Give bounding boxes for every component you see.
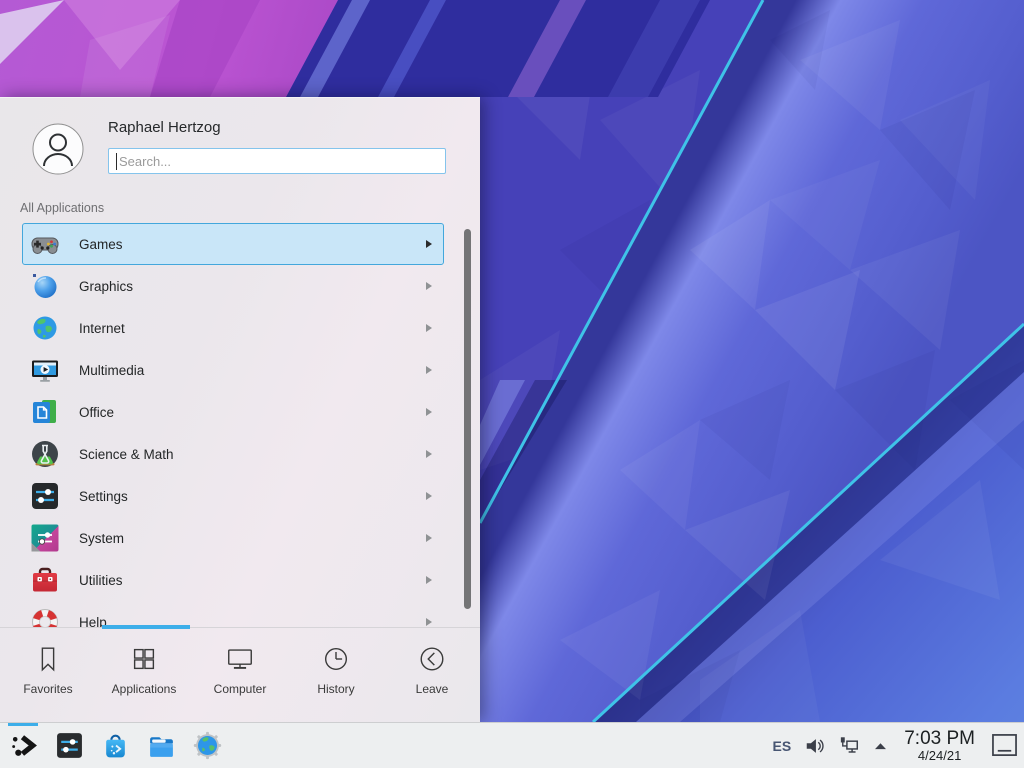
app-category-label: Settings: [79, 489, 128, 504]
software-center-button[interactable]: [92, 723, 138, 768]
tab-label: Applications: [112, 682, 177, 696]
app-category-internet[interactable]: Internet: [22, 307, 444, 349]
office-icon: [29, 396, 61, 428]
app-category-games[interactable]: Games: [22, 223, 444, 265]
app-category-label: Graphics: [79, 279, 133, 294]
app-category-system[interactable]: System: [22, 517, 444, 559]
tab-favorites[interactable]: Favorites: [0, 628, 96, 723]
desktop: Raphael Hertzog All Applications Games Gr…: [0, 0, 1024, 768]
discover-icon: [101, 731, 130, 760]
leave-icon: [417, 644, 447, 674]
tab-computer[interactable]: Computer: [192, 628, 288, 723]
digital-clock[interactable]: 7:03 PM 4/24/21: [904, 729, 975, 763]
app-category-science-math[interactable]: Science & Math: [22, 433, 444, 475]
network-icon[interactable]: [839, 736, 860, 755]
kalimenu-icon: [9, 731, 38, 760]
user-avatar-icon[interactable]: [32, 123, 84, 175]
multimedia-icon: [29, 354, 61, 386]
submenu-arrow-icon: [426, 366, 432, 374]
applications-icon: [129, 644, 159, 674]
application-launcher-button[interactable]: [0, 723, 46, 768]
submenu-arrow-icon: [426, 492, 432, 500]
favorites-icon: [33, 644, 63, 674]
tab-applications[interactable]: Applications: [96, 628, 192, 723]
systemsettings-icon: [55, 731, 84, 760]
app-category-help[interactable]: Help: [22, 601, 444, 627]
submenu-arrow-icon: [426, 324, 432, 332]
submenu-arrow-icon: [426, 240, 432, 248]
submenu-arrow-icon: [426, 618, 432, 626]
search-input[interactable]: [109, 149, 445, 173]
submenu-arrow-icon: [426, 408, 432, 416]
text-cursor: [116, 153, 117, 170]
app-category-label: Games: [79, 237, 123, 252]
keyboard-layout-indicator[interactable]: ES: [773, 738, 792, 754]
help-icon: [29, 606, 61, 627]
tab-label: Favorites: [23, 682, 72, 696]
utilities-icon: [29, 564, 61, 596]
app-category-graphics[interactable]: Graphics: [22, 265, 444, 307]
active-task-indicator: [8, 723, 38, 726]
science-icon: [29, 438, 61, 470]
active-tab-indicator: [102, 625, 190, 629]
settings-icon: [29, 480, 61, 512]
system-settings-button[interactable]: [46, 723, 92, 768]
tray-expander-icon[interactable]: [873, 740, 888, 751]
app-category-label: Internet: [79, 321, 125, 336]
graphics-icon: [29, 270, 61, 302]
app-category-label: System: [79, 531, 124, 546]
volume-icon[interactable]: [804, 735, 826, 757]
folder-icon: [147, 731, 176, 760]
app-category-utilities[interactable]: Utilities: [22, 559, 444, 601]
taskbar-launchers: [0, 723, 230, 768]
submenu-arrow-icon: [426, 576, 432, 584]
web-browser-button[interactable]: [184, 723, 230, 768]
webglobe-icon: [193, 731, 222, 760]
system-icon: [29, 522, 61, 554]
tab-leave[interactable]: Leave: [384, 628, 480, 723]
section-label: All Applications: [20, 201, 104, 215]
search-box: [108, 148, 446, 174]
submenu-arrow-icon: [426, 450, 432, 458]
app-category-settings[interactable]: Settings: [22, 475, 444, 517]
app-category-label: Science & Math: [79, 447, 174, 462]
computer-icon: [225, 644, 255, 674]
gamepad-icon: [29, 228, 61, 260]
menu-footer-tabs: Favorites Applications Computer History Leav…: [0, 627, 480, 723]
tab-label: Leave: [416, 682, 449, 696]
clock-date: 4/24/21: [904, 749, 975, 763]
tab-label: Computer: [214, 682, 267, 696]
user-name: Raphael Hertzog: [108, 119, 221, 136]
tab-history[interactable]: History: [288, 628, 384, 723]
submenu-arrow-icon: [426, 282, 432, 290]
taskbar: ES 7:03 PM: [0, 722, 1024, 768]
scrollbar-thumb[interactable]: [464, 229, 471, 609]
application-launcher-menu: Raphael Hertzog All Applications Games Gr…: [0, 97, 480, 722]
app-category-label: Office: [79, 405, 114, 420]
app-category-list: Games Graphics Internet Multimedia Office Sci…: [0, 223, 480, 627]
app-category-label: Multimedia: [79, 363, 144, 378]
app-category-office[interactable]: Office: [22, 391, 444, 433]
file-manager-button[interactable]: [138, 723, 184, 768]
system-tray: ES 7:03 PM: [773, 729, 1024, 763]
tab-label: History: [317, 682, 354, 696]
clock-time: 7:03 PM: [904, 729, 975, 749]
app-category-label: Utilities: [79, 573, 123, 588]
internet-icon: [29, 312, 61, 344]
app-category-multimedia[interactable]: Multimedia: [22, 349, 444, 391]
show-desktop-button[interactable]: [991, 733, 1018, 758]
submenu-arrow-icon: [426, 534, 432, 542]
history-icon: [321, 644, 351, 674]
